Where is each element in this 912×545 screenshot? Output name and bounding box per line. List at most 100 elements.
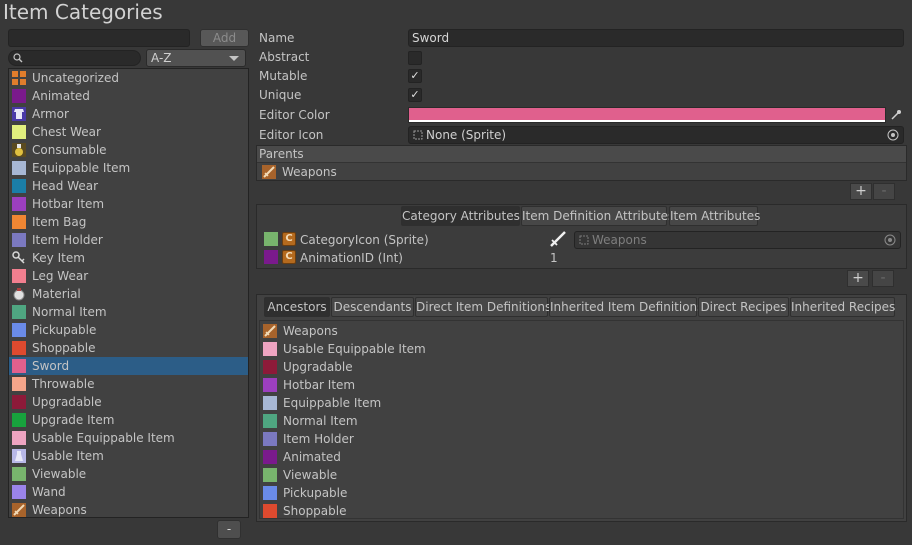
plus-icon: +: [852, 270, 864, 286]
color-swatch: [12, 179, 26, 193]
category-item[interactable]: Chest Wear: [9, 123, 248, 141]
color-swatch: [12, 323, 26, 337]
category-item[interactable]: Sword: [9, 357, 248, 375]
ancestor-item[interactable]: Pickupable: [263, 484, 863, 502]
color-swatch: [263, 450, 277, 464]
color-swatch: [12, 485, 26, 499]
remove-category-button[interactable]: -: [217, 520, 241, 539]
category-item-label: Item Bag: [32, 215, 87, 229]
category-item[interactable]: Leg Wear: [9, 267, 248, 285]
attribute-value[interactable]: 1: [550, 250, 558, 266]
category-item[interactable]: Viewable: [9, 465, 248, 483]
category-item-label: Shoppable: [32, 341, 96, 355]
category-item[interactable]: Equippable Item: [9, 159, 248, 177]
color-swatch: [263, 414, 277, 428]
category-item-label: Item Holder: [32, 233, 103, 247]
category-item[interactable]: Item Holder: [9, 231, 248, 249]
category-item[interactable]: Normal Item: [9, 303, 248, 321]
category-item-label: Weapons: [32, 503, 87, 517]
category-item[interactable]: Upgrade Item: [9, 411, 248, 429]
category-item[interactable]: Hotbar Item: [9, 195, 248, 213]
category-item[interactable]: Wand: [9, 483, 248, 501]
abstract-label: Abstract: [259, 50, 310, 64]
ancestor-item[interactable]: Shoppable: [263, 502, 863, 520]
key-icon: [12, 251, 26, 265]
object-picker-icon[interactable]: [887, 129, 899, 141]
parent-item[interactable]: Weapons: [262, 163, 902, 181]
category-item-label: Leg Wear: [32, 269, 89, 283]
category-item[interactable]: Animated: [9, 87, 248, 105]
name-field[interactable]: Sword: [408, 29, 904, 47]
color-swatch: [12, 233, 26, 247]
add-button[interactable]: Add: [200, 29, 249, 47]
ancestor-item[interactable]: Normal Item: [263, 412, 863, 430]
remove-attribute-button[interactable]: -: [872, 270, 894, 287]
ancestor-item[interactable]: Item Holder: [263, 430, 863, 448]
add-attribute-button[interactable]: +: [847, 270, 869, 287]
editor-color-label: Editor Color: [259, 108, 330, 122]
ancestor-item[interactable]: Equippable Item: [263, 394, 863, 412]
category-item[interactable]: Usable Item: [9, 447, 248, 465]
attribute-value-field[interactable]: Weapons: [574, 231, 901, 249]
relation-tab[interactable]: Inherited Item Definitions: [549, 297, 703, 317]
editor-color-field[interactable]: [408, 107, 886, 123]
category-item[interactable]: Consumable: [9, 141, 248, 159]
ancestor-item[interactable]: Viewable: [263, 466, 863, 484]
category-item[interactable]: Head Wear: [9, 177, 248, 195]
category-item[interactable]: Armor: [9, 105, 248, 123]
color-swatch: [263, 432, 277, 446]
category-item[interactable]: Uncategorized: [9, 69, 248, 87]
relation-tab[interactable]: Direct Recipes: [698, 297, 789, 317]
relation-tab[interactable]: Descendants: [331, 297, 414, 317]
eyedropper-icon[interactable]: [890, 109, 902, 121]
add-parent-button[interactable]: +: [850, 183, 872, 200]
object-picker-icon[interactable]: [884, 234, 896, 246]
ancestor-item[interactable]: Weapons: [263, 322, 863, 340]
parents-header: Parents: [257, 146, 906, 163]
ancestor-item[interactable]: Upgradable: [263, 358, 863, 376]
sword-icon: [12, 503, 26, 517]
color-swatch: [12, 161, 26, 175]
category-item[interactable]: Throwable: [9, 375, 248, 393]
color-swatch: [12, 377, 26, 391]
ancestor-item[interactable]: Usable Equippable Item: [263, 340, 863, 358]
unique-checkbox[interactable]: ✓: [408, 88, 422, 102]
editor-icon-field[interactable]: None (Sprite): [408, 126, 904, 144]
color-swatch: [12, 215, 26, 229]
category-list[interactable]: Uncategorized Animated Armor Chest Wear Cons…: [8, 68, 249, 518]
category-item[interactable]: Material: [9, 285, 248, 303]
category-item[interactable]: Shoppable: [9, 339, 248, 357]
category-item-label: Material: [32, 287, 81, 301]
abstract-checkbox[interactable]: [408, 51, 422, 65]
relation-tab[interactable]: Direct Item Definitions: [415, 297, 551, 317]
ancestor-item-label: Normal Item: [283, 414, 358, 428]
plus-icon: +: [855, 183, 867, 199]
ancestor-item-label: Viewable: [283, 468, 338, 482]
attribute-tab[interactable]: Item Definition Attributes: [521, 206, 674, 226]
relation-tab[interactable]: Ancestors: [264, 297, 330, 317]
category-item-label: Equippable Item: [32, 161, 131, 175]
category-item[interactable]: Pickupable: [9, 321, 248, 339]
sword-icon: [549, 230, 567, 248]
ancestor-item[interactable]: Animated: [263, 448, 863, 466]
category-item[interactable]: Weapons: [9, 501, 248, 519]
sort-dropdown[interactable]: A-Z: [146, 49, 246, 67]
category-item-label: Chest Wear: [32, 125, 101, 139]
attribute-tab[interactable]: Item Attributes: [669, 206, 760, 226]
category-item[interactable]: Key Item: [9, 249, 248, 267]
name-filter-input[interactable]: [8, 29, 190, 47]
remove-parent-button[interactable]: -: [873, 183, 895, 200]
category-item[interactable]: Item Bag: [9, 213, 248, 231]
search-input[interactable]: [8, 50, 141, 66]
relation-tab[interactable]: Inherited Recipes: [790, 297, 895, 317]
category-item-label: Key Item: [32, 251, 85, 265]
mutable-checkbox[interactable]: ✓: [408, 69, 422, 83]
category-item[interactable]: Usable Equippable Item: [9, 429, 248, 447]
category-item-label: Usable Equippable Item: [32, 431, 175, 445]
ancestor-item-label: Item Holder: [283, 432, 354, 446]
category-item[interactable]: Upgradable: [9, 393, 248, 411]
category-item-label: Hotbar Item: [32, 197, 105, 211]
attribute-tab[interactable]: Category Attributes: [401, 206, 520, 226]
category-item-label: Viewable: [32, 467, 87, 481]
ancestor-item[interactable]: Hotbar Item: [263, 376, 863, 394]
